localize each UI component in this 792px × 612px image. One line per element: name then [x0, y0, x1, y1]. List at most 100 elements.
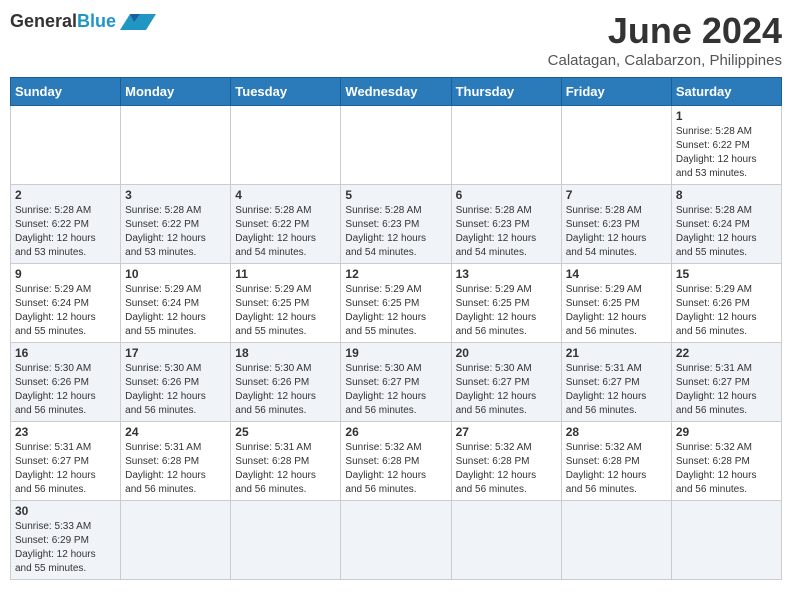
day-number: 13: [456, 267, 557, 281]
day-info: Sunrise: 5:32 AM Sunset: 6:28 PM Dayligh…: [456, 441, 557, 497]
day-info: Sunrise: 5:28 AM Sunset: 6:22 PM Dayligh…: [125, 204, 226, 260]
calendar-week-5: 30 Sunrise: 5:33 AM Sunset: 6:29 PM Dayli…: [11, 501, 782, 580]
subtitle: Calatagan, Calabarzon, Philippines: [548, 52, 782, 69]
day-number: 16: [15, 346, 116, 360]
calendar-cell: 23 Sunrise: 5:31 AM Sunset: 6:27 PM Dayli…: [11, 422, 121, 501]
calendar-cell: [451, 106, 561, 185]
day-number: 29: [676, 425, 777, 439]
day-number: 5: [345, 188, 446, 202]
calendar-cell: 18Sunrise: 5:30 AM Sunset: 6:26 PM Dayli…: [231, 343, 341, 422]
day-number: 25: [235, 425, 336, 439]
calendar-cell: 3 Sunrise: 5:28 AM Sunset: 6:22 PM Daylig…: [121, 185, 231, 264]
logo-row: GeneralBlue: [10, 10, 156, 34]
day-info: Sunrise: 5:29 AM Sunset: 6:25 PM Dayligh…: [235, 283, 336, 339]
day-info: Sunrise: 5:28 AM Sunset: 6:22 PM Dayligh…: [676, 125, 777, 181]
calendar-week-4: 23 Sunrise: 5:31 AM Sunset: 6:27 PM Dayli…: [11, 422, 782, 501]
day-number: 18: [235, 346, 336, 360]
month-title: June 2024: [548, 10, 782, 52]
day-number: 17: [125, 346, 226, 360]
day-info: Sunrise: 5:28 AM Sunset: 6:23 PM Dayligh…: [566, 204, 667, 260]
calendar-cell: 9Sunrise: 5:29 AM Sunset: 6:24 PM Daylig…: [11, 264, 121, 343]
calendar-cell: [121, 106, 231, 185]
day-number: 7: [566, 188, 667, 202]
day-number: 3: [125, 188, 226, 202]
logo-text: GeneralBlue: [10, 11, 116, 33]
calendar-cell: 14Sunrise: 5:29 AM Sunset: 6:25 PM Dayli…: [561, 264, 671, 343]
day-number: 20: [456, 346, 557, 360]
day-number: 8: [676, 188, 777, 202]
day-number: 21: [566, 346, 667, 360]
day-number: 11: [235, 267, 336, 281]
day-number: 23: [15, 425, 116, 439]
calendar-cell: [11, 106, 121, 185]
calendar-cell: 17 Sunrise: 5:30 AM Sunset: 6:26 PM Dayli…: [121, 343, 231, 422]
page-container: GeneralBlue June 2024 Calatagan, Calabar…: [10, 10, 782, 580]
day-info: Sunrise: 5:28 AM Sunset: 6:22 PM Dayligh…: [15, 204, 116, 260]
calendar-cell: 15 Sunrise: 5:29 AM Sunset: 6:26 PM Dayli…: [671, 264, 781, 343]
logo-general: General: [10, 11, 77, 31]
calendar-cell: [341, 106, 451, 185]
calendar-week-3: 16 Sunrise: 5:30 AM Sunset: 6:26 PM Dayli…: [11, 343, 782, 422]
calendar-cell: 20Sunrise: 5:30 AM Sunset: 6:27 PM Dayli…: [451, 343, 561, 422]
logo-area: GeneralBlue: [10, 10, 156, 34]
day-number: 15: [676, 267, 777, 281]
calendar-cell: 16 Sunrise: 5:30 AM Sunset: 6:26 PM Dayli…: [11, 343, 121, 422]
day-number: 1: [676, 109, 777, 123]
col-monday: Monday: [121, 78, 231, 106]
day-info: Sunrise: 5:29 AM Sunset: 6:25 PM Dayligh…: [456, 283, 557, 339]
calendar-cell: [671, 501, 781, 580]
day-info: Sunrise: 5:30 AM Sunset: 6:26 PM Dayligh…: [125, 362, 226, 418]
day-info: Sunrise: 5:29 AM Sunset: 6:24 PM Dayligh…: [125, 283, 226, 339]
calendar-cell: [561, 106, 671, 185]
day-number: 14: [566, 267, 667, 281]
calendar-cell: 26Sunrise: 5:32 AM Sunset: 6:28 PM Dayli…: [341, 422, 451, 501]
calendar-table: Sunday Monday Tuesday Wednesday Thursday…: [10, 77, 782, 580]
day-info: Sunrise: 5:31 AM Sunset: 6:27 PM Dayligh…: [566, 362, 667, 418]
day-info: Sunrise: 5:29 AM Sunset: 6:26 PM Dayligh…: [676, 283, 777, 339]
calendar-cell: 10 Sunrise: 5:29 AM Sunset: 6:24 PM Dayli…: [121, 264, 231, 343]
calendar-cell: 28 Sunrise: 5:32 AM Sunset: 6:28 PM Dayli…: [561, 422, 671, 501]
day-info: Sunrise: 5:33 AM Sunset: 6:29 PM Dayligh…: [15, 520, 116, 576]
header-row: Sunday Monday Tuesday Wednesday Thursday…: [11, 78, 782, 106]
calendar-cell: 7 Sunrise: 5:28 AM Sunset: 6:23 PM Daylig…: [561, 185, 671, 264]
col-wednesday: Wednesday: [341, 78, 451, 106]
day-number: 30: [15, 504, 116, 518]
col-saturday: Saturday: [671, 78, 781, 106]
calendar-cell: [561, 501, 671, 580]
logo-icon: [120, 10, 156, 34]
day-info: Sunrise: 5:31 AM Sunset: 6:27 PM Dayligh…: [15, 441, 116, 497]
day-info: Sunrise: 5:32 AM Sunset: 6:28 PM Dayligh…: [676, 441, 777, 497]
day-number: 28: [566, 425, 667, 439]
day-info: Sunrise: 5:30 AM Sunset: 6:27 PM Dayligh…: [345, 362, 446, 418]
col-friday: Friday: [561, 78, 671, 106]
day-number: 24: [125, 425, 226, 439]
day-info: Sunrise: 5:28 AM Sunset: 6:24 PM Dayligh…: [676, 204, 777, 260]
day-number: 10: [125, 267, 226, 281]
calendar-cell: [231, 501, 341, 580]
calendar-cell: 21 Sunrise: 5:31 AM Sunset: 6:27 PM Dayli…: [561, 343, 671, 422]
day-number: 6: [456, 188, 557, 202]
day-info: Sunrise: 5:28 AM Sunset: 6:23 PM Dayligh…: [456, 204, 557, 260]
calendar-cell: 22Sunrise: 5:31 AM Sunset: 6:27 PM Dayli…: [671, 343, 781, 422]
day-number: 27: [456, 425, 557, 439]
day-number: 19: [345, 346, 446, 360]
header: GeneralBlue June 2024 Calatagan, Calabar…: [10, 10, 782, 69]
day-info: Sunrise: 5:32 AM Sunset: 6:28 PM Dayligh…: [566, 441, 667, 497]
day-number: 2: [15, 188, 116, 202]
calendar-cell: 6 Sunrise: 5:28 AM Sunset: 6:23 PM Daylig…: [451, 185, 561, 264]
calendar-cell: 2 Sunrise: 5:28 AM Sunset: 6:22 PM Daylig…: [11, 185, 121, 264]
col-sunday: Sunday: [11, 78, 121, 106]
day-number: 4: [235, 188, 336, 202]
day-info: Sunrise: 5:29 AM Sunset: 6:25 PM Dayligh…: [345, 283, 446, 339]
calendar-cell: 27 Sunrise: 5:32 AM Sunset: 6:28 PM Dayli…: [451, 422, 561, 501]
col-thursday: Thursday: [451, 78, 561, 106]
calendar-cell: 12Sunrise: 5:29 AM Sunset: 6:25 PM Dayli…: [341, 264, 451, 343]
calendar-week-2: 9Sunrise: 5:29 AM Sunset: 6:24 PM Daylig…: [11, 264, 782, 343]
calendar-cell: [231, 106, 341, 185]
calendar-cell: 29 Sunrise: 5:32 AM Sunset: 6:28 PM Dayli…: [671, 422, 781, 501]
calendar-cell: 19 Sunrise: 5:30 AM Sunset: 6:27 PM Dayli…: [341, 343, 451, 422]
day-number: 26: [345, 425, 446, 439]
calendar-cell: 24Sunrise: 5:31 AM Sunset: 6:28 PM Dayli…: [121, 422, 231, 501]
day-info: Sunrise: 5:30 AM Sunset: 6:26 PM Dayligh…: [15, 362, 116, 418]
col-tuesday: Tuesday: [231, 78, 341, 106]
